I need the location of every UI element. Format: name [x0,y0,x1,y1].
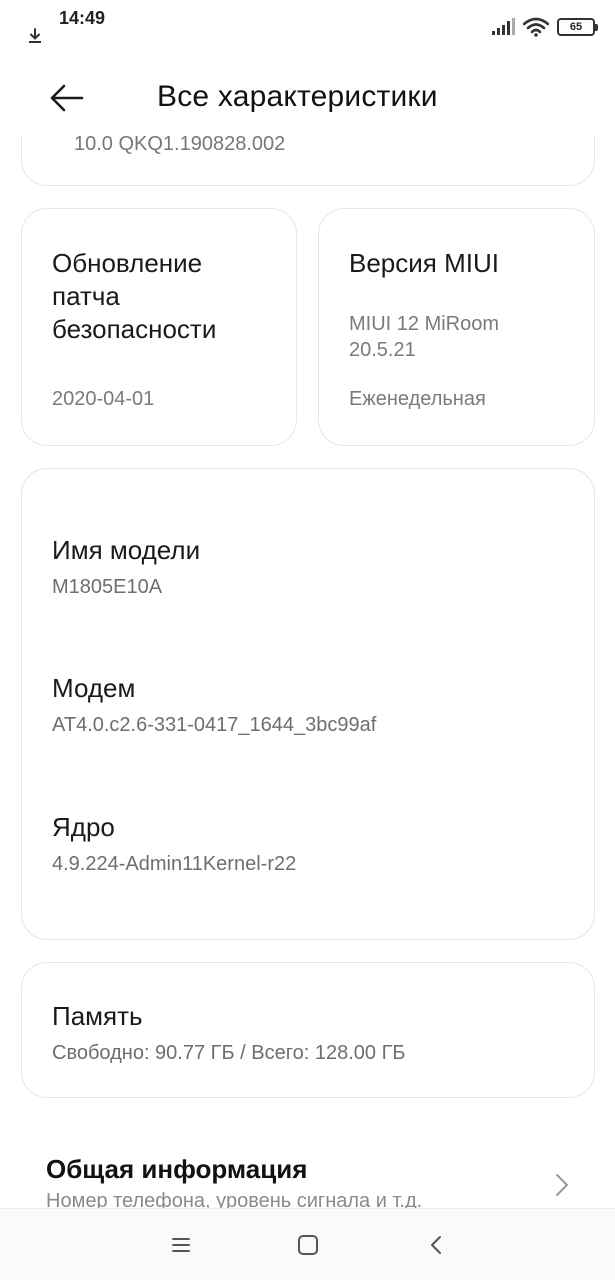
home-icon[interactable] [294,1231,322,1259]
memory-row: Память Свободно: 90.77 ГБ / Всего: 128.0… [52,1001,406,1065]
kernel-label: Ядро [52,812,115,842]
security-patch-title-line: Обновление [52,248,203,278]
security-patch-title-line: безопасности [52,314,217,344]
miui-version-title: Версия MIUI [349,248,499,278]
security-patch-title-line: патча [52,281,120,311]
memory-label: Память [52,1001,143,1031]
page-title: Все характеристики [157,80,438,113]
device-info-card: Имя модели M1805E10A Модем AT4.0.c2.6-33… [21,468,595,940]
battery-level: 65 [569,21,583,33]
kernel-row[interactable]: Ядро 4.9.224-Admin11Kernel-r22 [52,812,296,876]
menu-icon[interactable] [167,1231,195,1259]
modem-label: Модем [52,673,136,703]
back-icon[interactable] [423,1231,451,1259]
status-icons: 65 [491,16,598,38]
android-version-card[interactable]: 10.0 QKQ1.190828.002 [21,136,595,186]
miui-channel: Еженедельная [349,388,486,410]
model-name-label: Имя модели [52,535,201,565]
chevron-right-icon [556,1174,568,1196]
general-info-title: Общая информация [46,1154,308,1184]
memory-card[interactable]: Память Свободно: 90.77 ГБ / Всего: 128.0… [21,962,595,1098]
signal-icon [492,18,515,35]
navigation-bar [0,1208,615,1280]
modem-row[interactable]: Модем AT4.0.c2.6-331-0417_1644_3bc99af [52,673,376,737]
model-name-value: M1805E10A [52,576,163,598]
model-name-row[interactable]: Имя модели M1805E10A [52,535,200,599]
kernel-value: 4.9.224-Admin11Kernel-r22 [52,853,297,875]
android-version-value: 10.0 QKQ1.190828.002 [74,136,286,155]
modem-value: AT4.0.c2.6-331-0417_1644_3bc99af [52,714,377,736]
miui-version-line: MIUI 12 MiRoom [349,313,500,335]
arrow-left-icon[interactable] [44,76,88,120]
general-info-item[interactable]: Общая информация Номер телефона, уровень… [0,1136,615,1208]
miui-version-line: 20.5.21 [349,339,416,361]
status-time: 14:49 [59,8,106,28]
content-scroll-area[interactable]: 10.0 QKQ1.190828.002 Обновление патча бе… [0,136,615,1208]
security-patch-title: Обновление патча безопасности [52,247,216,346]
header: Все характеристики [0,60,615,136]
download-icon [29,28,41,43]
general-info-subtitle: Номер телефона, уровень сигнала и т.д. [46,1190,423,1208]
security-patch-date: 2020-04-01 [52,388,155,410]
wifi-icon [523,17,549,37]
status-bar: 14:49 65 [0,0,615,56]
battery-icon: 65 [557,18,598,36]
security-patch-card[interactable]: Обновление патча безопасности 2020-04-01 [21,208,297,446]
memory-value: Свободно: 90.77 ГБ / Всего: 128.00 ГБ [52,1042,406,1064]
miui-version-card[interactable]: Версия MIUI MIUI 12 MiRoom 20.5.21 Ежене… [318,208,595,446]
miui-version-value: MIUI 12 MiRoom 20.5.21 [349,311,499,363]
